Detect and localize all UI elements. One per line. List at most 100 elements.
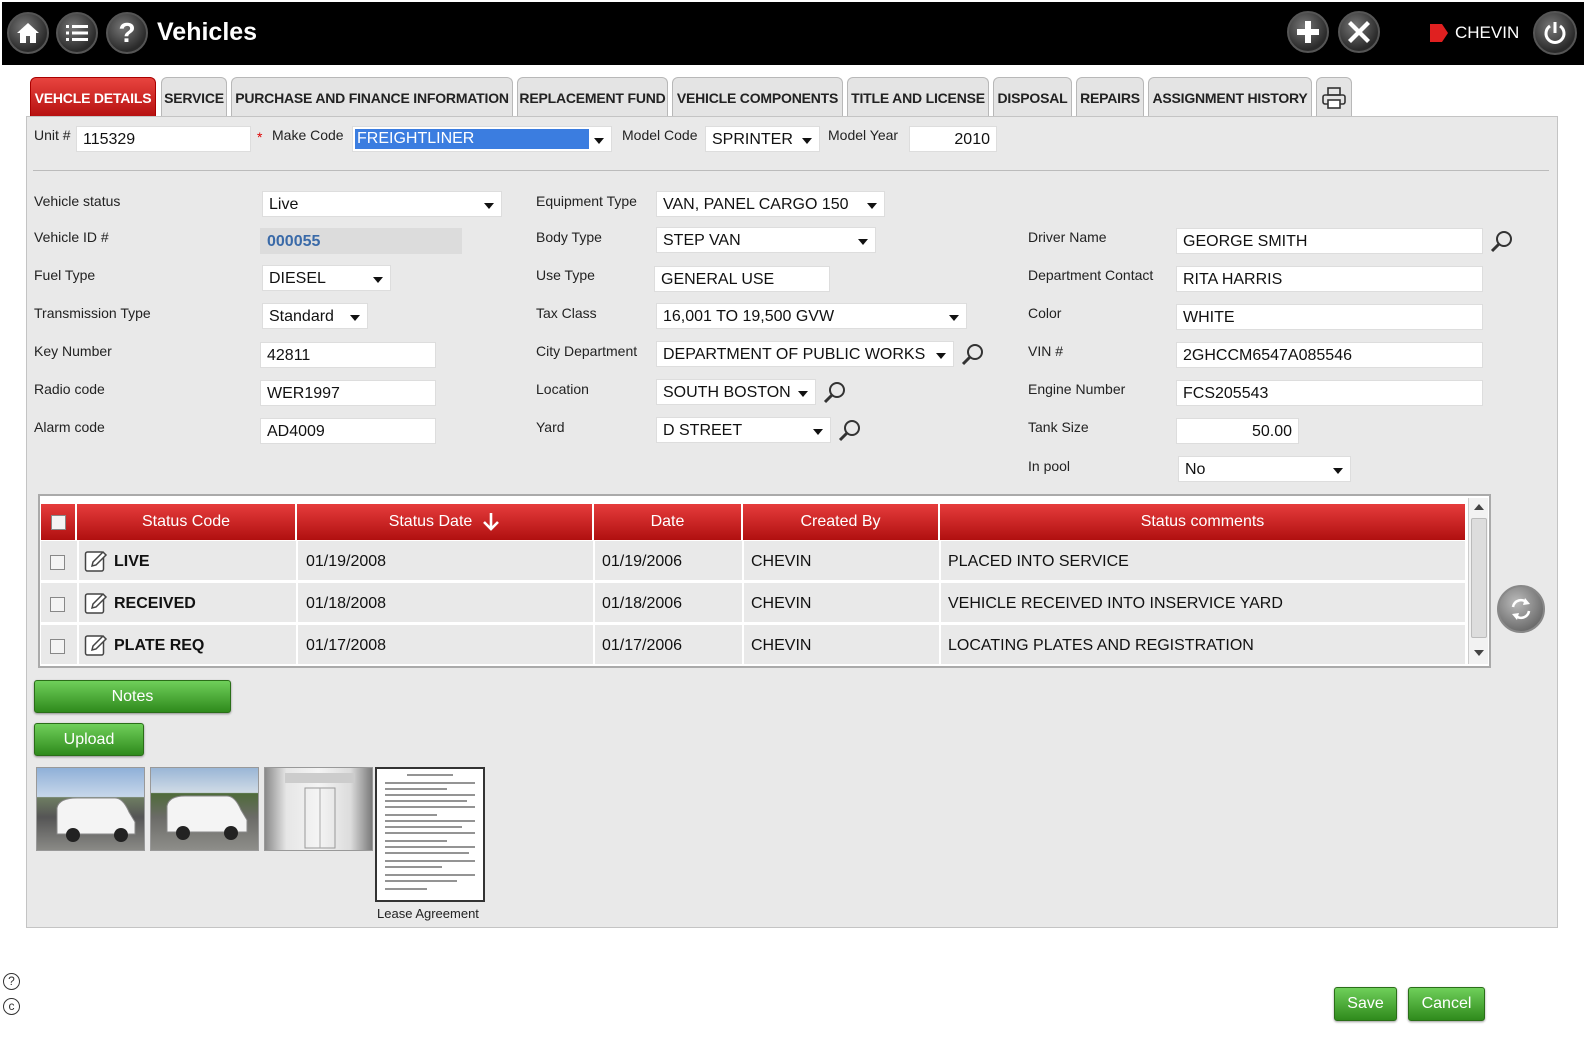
user-name[interactable]: CHEVIN — [1455, 23, 1519, 43]
upload-button[interactable]: Upload — [34, 723, 144, 756]
driver-name-input[interactable]: GEORGE SMITH — [1176, 228, 1483, 254]
fuel-type-label: Fuel Type — [34, 267, 96, 283]
scroll-down-arrow-icon[interactable] — [1474, 650, 1484, 656]
tab-replacement-fund[interactable]: REPLACEMENT FUND — [517, 77, 668, 117]
yard-select[interactable]: D STREET — [656, 417, 831, 443]
help-footer-icon[interactable]: ? — [3, 973, 20, 990]
yard-search-icon[interactable] — [837, 418, 863, 444]
menu-button[interactable] — [56, 12, 98, 54]
vehicle-photo-thumbnail[interactable] — [150, 767, 259, 851]
scroll-up-arrow-icon[interactable] — [1474, 504, 1484, 510]
tab-disposal[interactable]: DISPOSAL — [993, 77, 1072, 117]
row-checkbox[interactable] — [50, 597, 65, 612]
copyright-icon[interactable]: c — [3, 998, 20, 1015]
sort-down-arrow-icon — [483, 513, 500, 531]
add-button[interactable] — [1287, 11, 1329, 53]
tab-assignment-history[interactable]: ASSIGNMENT HISTORY — [1148, 77, 1312, 117]
city-department-label: City Department — [536, 343, 638, 359]
row-checkbox[interactable] — [50, 555, 65, 570]
edit-icon[interactable] — [84, 633, 108, 657]
vehicle-status-select[interactable]: Live — [262, 191, 502, 217]
status-date: 01/17/2008 — [306, 637, 387, 654]
make-code-select[interactable]: FREIGHTLINER — [352, 126, 612, 152]
chevron-down-icon — [949, 315, 959, 321]
location-select[interactable]: SOUTH BOSTON — [656, 379, 816, 405]
column-divider — [77, 540, 79, 666]
vehicle-status-label: Vehicle status — [34, 193, 121, 209]
lease-agreement-thumbnail[interactable] — [375, 767, 485, 902]
city-department-search-icon[interactable] — [960, 342, 986, 368]
use-type-label: Use Type — [536, 267, 595, 283]
table-row[interactable]: RECEIVED 01/18/2008 01/18/2006 CHEVIN VE… — [41, 583, 1465, 624]
tab-service[interactable]: SERVICE — [161, 77, 227, 117]
transmission-type-select[interactable]: Standard — [262, 303, 368, 329]
department-contact-input[interactable]: RITA HARRIS — [1176, 266, 1483, 292]
vehicle-photo-thumbnail[interactable] — [36, 767, 145, 851]
vehicle-interior-thumbnail[interactable] — [264, 767, 373, 851]
cancel-button[interactable]: Cancel — [1408, 987, 1485, 1021]
user-flag-icon — [1430, 24, 1448, 42]
status-code: RECEIVED — [114, 595, 196, 612]
location-search-icon[interactable] — [822, 380, 848, 406]
select-all-checkbox[interactable] — [50, 514, 66, 530]
edit-icon[interactable] — [84, 591, 108, 615]
edit-icon[interactable] — [84, 549, 108, 573]
home-button[interactable] — [7, 12, 49, 54]
tank-size-input[interactable]: 50.00 — [1176, 418, 1299, 444]
engine-number-input[interactable]: FCS205543 — [1176, 380, 1483, 406]
body-type-select[interactable]: STEP VAN — [656, 227, 876, 253]
close-button[interactable] — [1338, 11, 1380, 53]
grid-scrollbar[interactable] — [1468, 498, 1488, 664]
help-button[interactable]: ? — [106, 12, 148, 54]
model-code-value: SPRINTER — [712, 131, 793, 148]
divider — [33, 170, 1549, 171]
save-button[interactable]: Save — [1334, 987, 1397, 1021]
table-row[interactable]: PLATE REQ 01/17/2008 01/17/2006 CHEVIN L… — [41, 625, 1465, 666]
in-pool-select[interactable]: No — [1178, 456, 1351, 482]
scroll-thumb[interactable] — [1471, 518, 1487, 638]
header-status-date[interactable]: Status Date — [297, 504, 594, 540]
notes-button[interactable]: Notes — [34, 680, 231, 713]
key-number-input[interactable]: 42811 — [260, 342, 436, 368]
alarm-code-input[interactable]: AD4009 — [260, 418, 436, 444]
model-code-select[interactable]: SPRINTER — [705, 126, 820, 152]
header-status-code[interactable]: Status Code — [77, 504, 297, 540]
department-contact-label: Department Contact — [1028, 267, 1154, 283]
driver-search-icon[interactable] — [1489, 229, 1515, 255]
tab-repairs[interactable]: REPAIRS — [1076, 77, 1144, 117]
city-department-select[interactable]: DEPARTMENT OF PUBLIC WORKS — [656, 341, 954, 367]
tab-vehicle-components[interactable]: VEHICLE COMPONENTS — [672, 77, 843, 117]
vin-input[interactable]: 2GHCCM6547A085546 — [1176, 342, 1483, 368]
tab-vehicle-details[interactable]: VEHCLE DETAILS — [30, 77, 156, 117]
chevron-down-icon — [594, 138, 604, 144]
tax-class-select[interactable]: 16,001 TO 19,500 GVW — [656, 303, 967, 329]
select-all-header — [41, 504, 77, 540]
header-created-by[interactable]: Created By — [743, 504, 940, 540]
color-input[interactable]: WHITE — [1176, 304, 1483, 330]
print-button[interactable] — [1316, 77, 1352, 117]
chevron-down-icon — [798, 391, 808, 397]
table-row[interactable]: LIVE 01/19/2008 01/19/2006 CHEVIN PLACED… — [41, 541, 1465, 582]
status-comment: PLACED INTO SERVICE — [948, 553, 1129, 570]
radio-code-input[interactable]: WER1997 — [260, 380, 436, 406]
header-status-comments[interactable]: Status comments — [940, 504, 1465, 540]
body-type-value: STEP VAN — [663, 232, 741, 249]
equipment-type-select[interactable]: VAN, PANEL CARGO 150 — [656, 191, 885, 217]
chevron-down-icon — [936, 353, 946, 359]
tank-size-label: Tank Size — [1028, 419, 1089, 435]
column-divider — [742, 540, 744, 666]
tab-title-license[interactable]: TITLE AND LICENSE — [847, 77, 989, 117]
logout-button[interactable] — [1533, 11, 1577, 55]
use-type-input[interactable]: GENERAL USE — [654, 266, 830, 292]
row-checkbox[interactable] — [50, 639, 65, 654]
unit-number-input[interactable]: 115329 — [76, 126, 251, 152]
refresh-button[interactable] — [1497, 585, 1545, 633]
header-date[interactable]: Date — [594, 504, 743, 540]
list-icon — [66, 25, 88, 41]
tab-purchase-finance[interactable]: PURCHASE AND FINANCE INFORMATION — [231, 77, 513, 117]
model-year-input[interactable]: 2010 — [909, 126, 997, 152]
yard-label: Yard — [536, 419, 565, 435]
fuel-type-select[interactable]: DIESEL — [262, 265, 391, 291]
created-by: CHEVIN — [751, 553, 812, 570]
location-label: Location — [536, 381, 589, 397]
